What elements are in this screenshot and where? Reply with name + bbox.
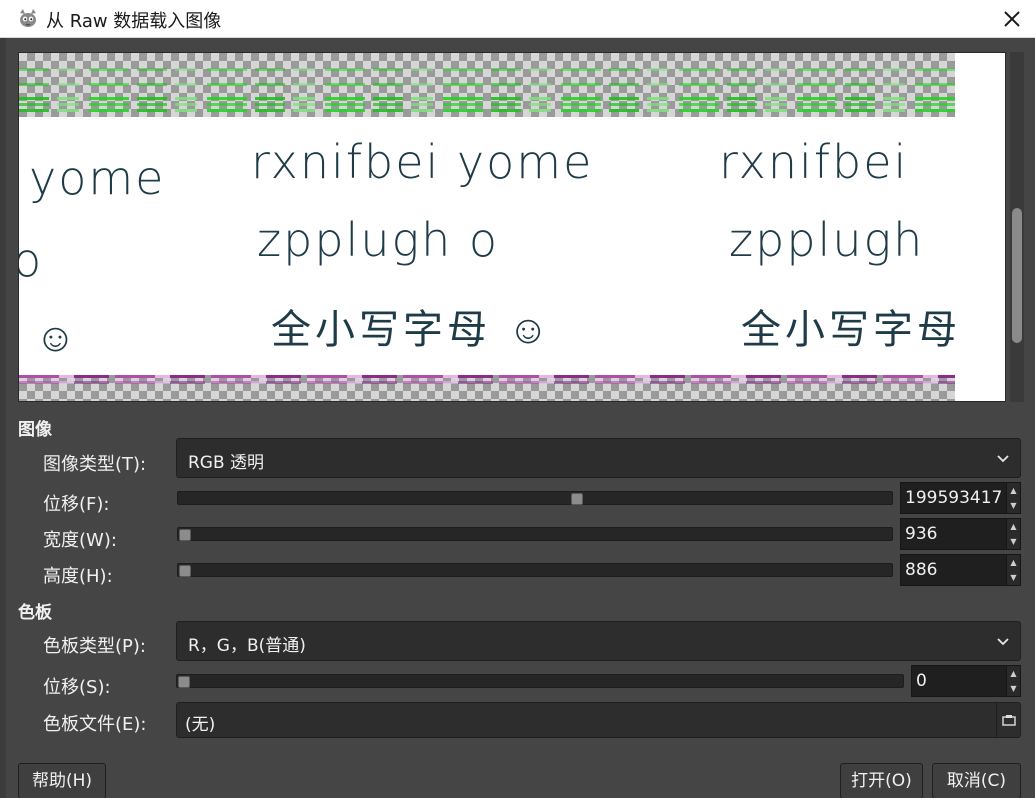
preview-text: zpplugh o bbox=[257, 213, 500, 267]
chevron-down-icon bbox=[997, 638, 1009, 646]
palette-offset-slider[interactable] bbox=[176, 674, 904, 688]
palette-type-label: 色板类型(P): bbox=[43, 636, 146, 657]
offset-spin[interactable]: 199593417 ▲ ▼ bbox=[900, 482, 1021, 514]
image-type-combo[interactable]: RGB 透明 bbox=[176, 438, 1021, 478]
palette-type-combo[interactable]: R，G，B(普通) bbox=[176, 621, 1021, 661]
height-slider[interactable] bbox=[177, 563, 893, 577]
width-slider-handle[interactable] bbox=[179, 529, 191, 541]
spin-down-icon[interactable]: ▼ bbox=[1007, 534, 1020, 549]
width-value: 936 bbox=[905, 524, 938, 544]
offset-value: 199593417 bbox=[905, 488, 1003, 508]
image-section-title: 图像 bbox=[18, 420, 52, 440]
preview-text: yome bbox=[29, 151, 166, 205]
image-type-value: RGB 透明 bbox=[188, 453, 265, 473]
palette-offset-value: 0 bbox=[916, 671, 927, 691]
window-title: 从 Raw 数据载入图像 bbox=[46, 11, 222, 32]
height-slider-handle[interactable] bbox=[179, 565, 191, 577]
palette-offset-slider-handle[interactable] bbox=[178, 676, 190, 688]
preview-text: ☺ bbox=[35, 315, 80, 361]
file-open-icon bbox=[1002, 715, 1016, 726]
gimp-icon bbox=[20, 9, 36, 27]
spin-up-icon[interactable]: ▲ bbox=[1007, 555, 1020, 570]
height-label: 高度(H): bbox=[43, 566, 113, 587]
open-button[interactable]: 打开(O) bbox=[840, 763, 923, 798]
transparency-checker-bottom bbox=[19, 375, 955, 401]
close-icon[interactable] bbox=[997, 4, 1027, 34]
spin-up-icon[interactable]: ▲ bbox=[1007, 666, 1020, 681]
width-slider[interactable] bbox=[177, 527, 893, 541]
palette-type-value: R，G，B(普通) bbox=[188, 636, 306, 656]
palette-section-title: 色板 bbox=[18, 603, 52, 623]
offset-label: 位移(F): bbox=[43, 494, 110, 515]
spin-up-icon[interactable]: ▲ bbox=[1007, 519, 1020, 534]
offset-slider[interactable] bbox=[177, 491, 893, 505]
width-label: 宽度(W): bbox=[43, 530, 117, 551]
spin-down-icon[interactable]: ▼ bbox=[1007, 498, 1020, 513]
title-bar: 从 Raw 数据载入图像 bbox=[0, 0, 1035, 38]
width-spin[interactable]: 936 ▲ ▼ bbox=[900, 518, 1021, 550]
preview-text: 全小写字母 bbox=[741, 307, 961, 353]
preview-text: 全小写字母 ☺ bbox=[271, 307, 553, 353]
palette-file-label: 色板文件(E): bbox=[43, 714, 147, 735]
preview-text: rxnifbei yome bbox=[251, 135, 594, 189]
preview-text: zpplugh bbox=[729, 213, 925, 267]
height-spin[interactable]: 886 ▲ ▼ bbox=[900, 554, 1021, 586]
preview-text: o bbox=[19, 233, 43, 287]
file-open-button[interactable] bbox=[996, 703, 1020, 737]
image-preview: yome rxnifbei yome rxnifbei o zpplugh o … bbox=[18, 52, 1006, 402]
help-button[interactable]: 帮助(H) bbox=[18, 763, 106, 798]
palette-offset-label: 位移(S): bbox=[43, 677, 111, 698]
scrollbar-thumb[interactable] bbox=[1012, 208, 1022, 343]
spin-up-icon[interactable]: ▲ bbox=[1007, 483, 1020, 498]
palette-offset-spin[interactable]: 0 ▲ ▼ bbox=[911, 665, 1021, 697]
chevron-down-icon bbox=[997, 455, 1009, 463]
height-value: 886 bbox=[905, 560, 938, 580]
preview-text: rxnifbei bbox=[719, 135, 909, 189]
raw-import-dialog: yome rxnifbei yome rxnifbei o zpplugh o … bbox=[6, 38, 1035, 798]
offset-slider-handle[interactable] bbox=[571, 493, 583, 505]
cancel-button[interactable]: 取消(C) bbox=[932, 763, 1021, 798]
palette-file-value: (无) bbox=[185, 715, 216, 735]
image-type-label: 图像类型(T): bbox=[43, 454, 147, 475]
preview-scrollbar[interactable] bbox=[1010, 52, 1024, 402]
palette-file-chooser[interactable]: (无) bbox=[176, 702, 1021, 738]
spin-down-icon[interactable]: ▼ bbox=[1007, 681, 1020, 696]
spin-down-icon[interactable]: ▼ bbox=[1007, 570, 1020, 585]
